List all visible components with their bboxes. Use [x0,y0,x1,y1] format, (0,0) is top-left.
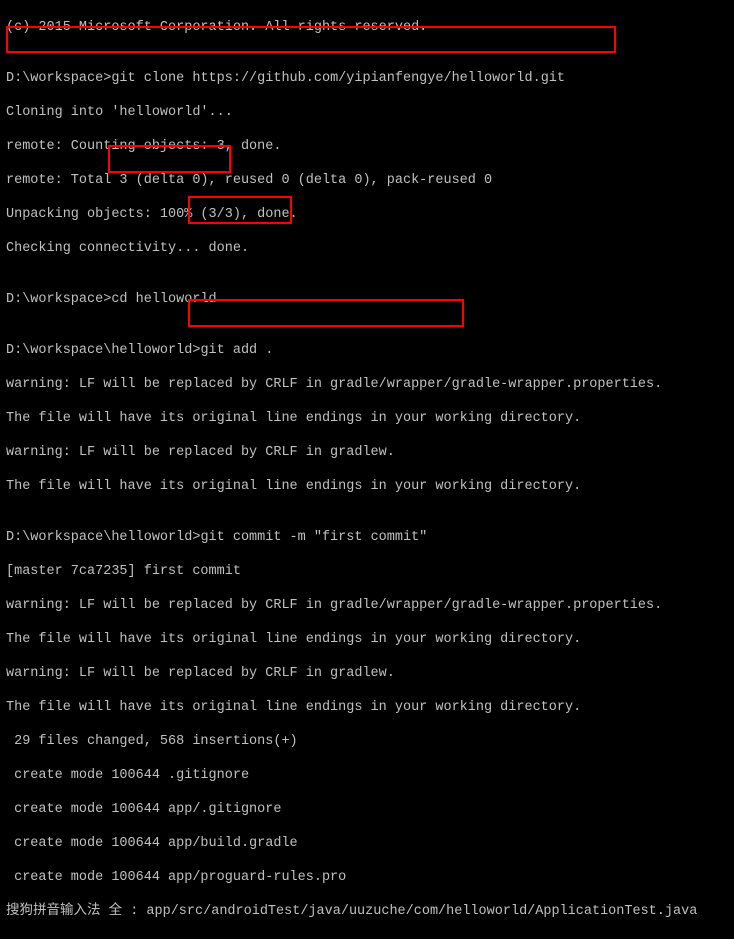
output-line: remote: Total 3 (delta 0), reused 0 (del… [6,172,728,189]
output-line: create mode 100644 app/build.gradle [6,835,728,852]
ime-status-line: 搜狗拼音输入法 全 : app/src/androidTest/java/uuz… [6,903,728,920]
output-line: warning: LF will be replaced by CRLF in … [6,376,728,393]
output-line: create mode 100644 .gitignore [6,767,728,784]
command-line: D:\workspace>git clone https://github.co… [6,70,728,87]
output-line: The file will have its original line end… [6,699,728,716]
output-line: [master 7ca7235] first commit [6,563,728,580]
command-cd: cd helloworld [111,292,216,307]
command-line: D:\workspace\helloworld>git add . [6,342,728,359]
output-line: Checking connectivity... done. [6,240,728,257]
prompt: D:\workspace\helloworld> [6,343,200,358]
terminal[interactable]: (c) 2015 Microsoft Corporation. All righ… [0,0,734,939]
command-git-clone: git clone https://github.com/yipianfengy… [111,71,565,86]
output-line: The file will have its original line end… [6,631,728,648]
output-line: create mode 100644 app/proguard-rules.pr… [6,869,728,886]
prompt: D:\workspace> [6,71,111,86]
command-line: D:\workspace\helloworld>git commit -m "f… [6,529,728,546]
output-line: create mode 100644 app/.gitignore [6,801,728,818]
prompt: D:\workspace> [6,292,111,307]
command-git-commit: git commit -m "first commit" [200,530,427,545]
output-line: The file will have its original line end… [6,478,728,495]
output-line: warning: LF will be replaced by CRLF in … [6,665,728,682]
output-line: warning: LF will be replaced by CRLF in … [6,597,728,614]
command-line: D:\workspace>cd helloworld [6,291,728,308]
output-line: 29 files changed, 568 insertions(+) [6,733,728,750]
command-git-add: git add . [200,343,273,358]
output-line: Cloning into 'helloworld'... [6,104,728,121]
output-line: remote: Counting objects: 3, done. [6,138,728,155]
output-line: warning: LF will be replaced by CRLF in … [6,444,728,461]
output-line: (c) 2015 Microsoft Corporation. All righ… [6,19,728,36]
output-line: The file will have its original line end… [6,410,728,427]
prompt: D:\workspace\helloworld> [6,530,200,545]
output-line: Unpacking objects: 100% (3/3), done. [6,206,728,223]
